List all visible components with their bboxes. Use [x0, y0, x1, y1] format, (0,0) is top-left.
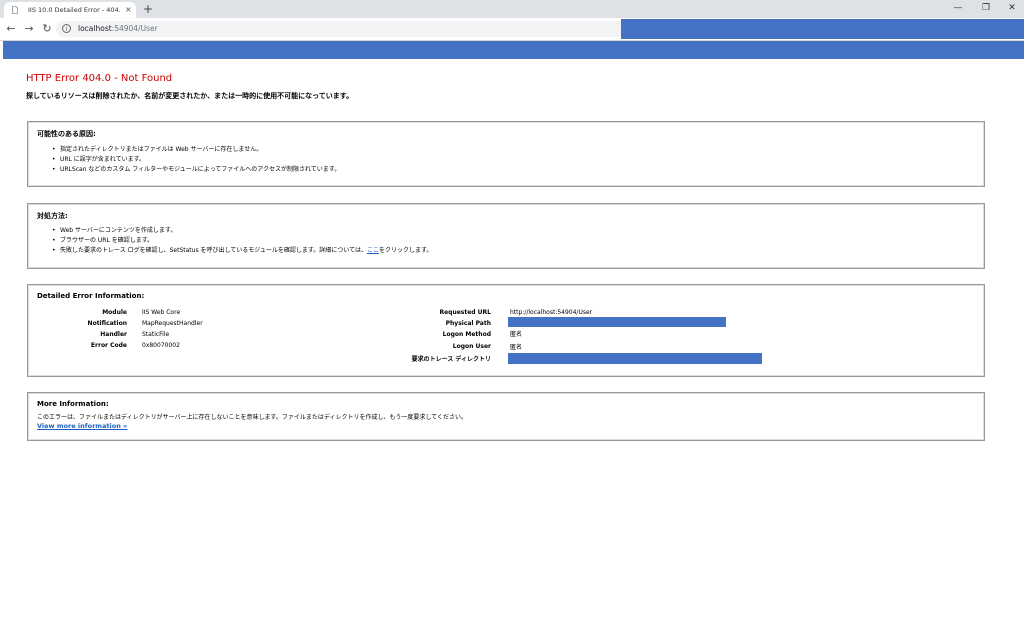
redacted-trace-directory: [508, 353, 762, 364]
solution-text: 失敗した要求のトレース ログを確認し、SetStatus を呼び出しているモジュ…: [60, 247, 367, 254]
logon-method-value: 匿名: [510, 331, 523, 338]
notification-label: Notification: [87, 320, 127, 327]
error-code-label: Error Code: [90, 342, 127, 349]
solutions-section: 対処方法: Web サーバーにコンテンツを作成します。 ブラウザーの URL を…: [27, 203, 985, 269]
error-subtitle: 探しているリソースは削除されたか、名前が変更されたか、または一時的に使用不可能に…: [26, 92, 354, 100]
list-item: URL に誤字が含まれています。: [52, 155, 340, 165]
solutions-list: Web サーバーにコンテンツを作成します。 ブラウザーの URL を確認します。…: [52, 226, 432, 256]
list-item: 指定されたディレクトリまたはファイルは Web サーバーに存在しません。: [52, 145, 340, 155]
more-info-section: More Information: このエラーは、ファイルまたはディレクトリがサ…: [27, 392, 985, 441]
reload-icon[interactable]: ↻: [40, 22, 54, 36]
logon-user-value: 匿名: [510, 344, 523, 351]
address-url[interactable]: localhost:54904/User: [78, 21, 158, 37]
causes-section: 可能性のある原因: 指定されたディレクトリまたはファイルは Web サーバーに存…: [27, 121, 985, 187]
address-bar[interactable]: i localhost:54904/User: [56, 21, 621, 37]
error-title: HTTP Error 404.0 - Not Found: [26, 73, 173, 84]
tab-strip: IIS 10.0 Detailed Error - 404.0 - 1 × + …: [0, 0, 1024, 18]
document-icon: [12, 6, 18, 14]
module-label: Module: [102, 309, 127, 316]
redacted-physical-path: [508, 317, 726, 327]
browser-tab[interactable]: IIS 10.0 Detailed Error - 404.0 - 1 ×: [4, 2, 136, 18]
detail-heading: Detailed Error Information:: [37, 292, 145, 300]
minimize-button[interactable]: —: [944, 0, 972, 18]
tab-close-icon[interactable]: ×: [125, 2, 132, 18]
redacted-region: [621, 19, 1024, 39]
logon-user-label: Logon User: [452, 343, 491, 350]
view-more-link[interactable]: View more information »: [37, 422, 127, 430]
solutions-heading: 対処方法:: [37, 212, 68, 220]
list-item: 失敗した要求のトレース ログを確認し、SetStatus を呼び出しているモジュ…: [52, 246, 432, 256]
list-item: Web サーバーにコンテンツを作成します。: [52, 226, 432, 236]
module-value: IIS Web Core: [142, 309, 181, 316]
detail-section: Detailed Error Information: Module IIS W…: [27, 284, 985, 377]
logon-method-label: Logon Method: [442, 331, 491, 338]
notification-value: MapRequestHandler: [142, 320, 203, 327]
new-tab-button[interactable]: +: [143, 1, 153, 17]
list-item: ブラウザーの URL を確認します。: [52, 236, 432, 246]
back-arrow-icon[interactable]: ←: [4, 22, 18, 36]
error-code-value: 0x80070002: [142, 342, 180, 349]
causes-list: 指定されたディレクトリまたはファイルは Web サーバーに存在しません。 URL…: [52, 145, 340, 175]
url-path: :54904/User: [111, 24, 158, 33]
trace-directory-label: 要求のトレース ディレクトリ: [411, 356, 491, 363]
causes-heading: 可能性のある原因:: [37, 130, 96, 138]
handler-value: StaticFile: [142, 331, 170, 338]
info-icon[interactable]: i: [62, 24, 71, 33]
url-host: localhost: [78, 24, 112, 33]
maximize-button[interactable]: ❐: [972, 0, 1000, 18]
forward-arrow-icon[interactable]: →: [22, 22, 36, 36]
physical-path-label: Physical Path: [445, 320, 491, 327]
list-item: URLScan などのカスタム フィルターやモジュールによってファイルへのアクセ…: [52, 165, 340, 175]
tab-title: IIS 10.0 Detailed Error - 404.0 - 1: [28, 6, 120, 14]
requested-url-label: Requested URL: [439, 309, 491, 316]
more-info-heading: More Information:: [37, 400, 109, 408]
solution-suffix: をクリックします。: [379, 247, 433, 254]
here-link[interactable]: ここ: [367, 247, 379, 254]
close-window-button[interactable]: ✕: [998, 0, 1024, 18]
handler-label: Handler: [100, 331, 127, 338]
redacted-banner: [3, 41, 1024, 59]
more-info-text: このエラーは、ファイルまたはディレクトリがサーバー上に存在しないことを意味します…: [37, 414, 467, 421]
